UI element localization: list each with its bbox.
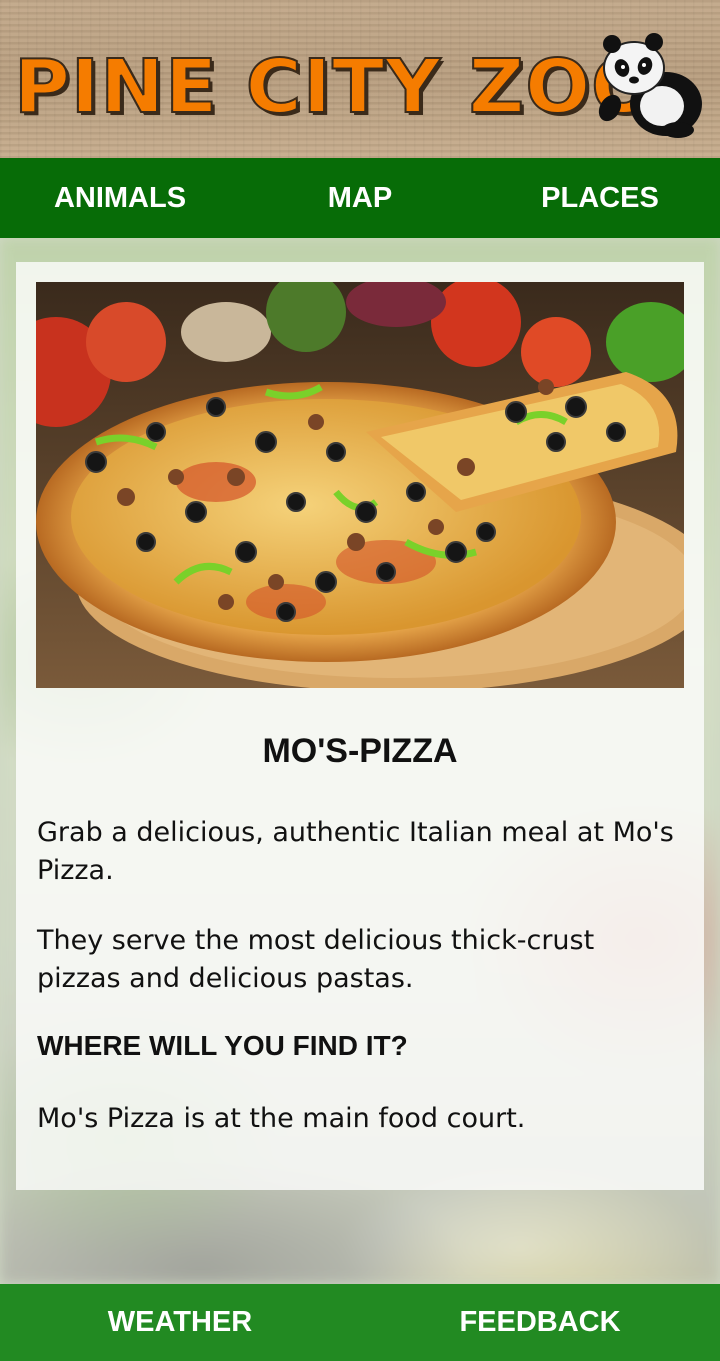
nav-map[interactable]: MAP (240, 158, 480, 238)
description-paragraph: Grab a delicious, authentic Italian meal… (37, 817, 674, 886)
pizza-photo (36, 282, 684, 688)
nav-animals[interactable]: ANIMALS (0, 158, 240, 238)
nav-feedback[interactable]: FEEDBACK (360, 1284, 720, 1361)
location-text: Mo's Pizza is at the main food court. (37, 1103, 526, 1134)
description-paragraph: They serve the most delicious thick-crus… (37, 925, 595, 994)
place-card: MO'S-PIZZA Grab a delicious, authentic I… (16, 262, 704, 1190)
nav-weather[interactable]: WEATHER (0, 1284, 360, 1361)
place-title: MO'S-PIZZA (262, 732, 458, 770)
logo-text: PINE CITY ZOO (13, 44, 657, 130)
nav-places[interactable]: PLACES (480, 158, 720, 238)
location-heading: WHERE WILL YOU FIND IT? (37, 1030, 408, 1061)
top-navigation: ANIMALS MAP PLACES (0, 158, 720, 238)
panda-icon (598, 33, 702, 138)
bottom-navigation: WEATHER FEEDBACK (0, 1284, 720, 1361)
header: PINE CITY ZOO (0, 0, 720, 158)
